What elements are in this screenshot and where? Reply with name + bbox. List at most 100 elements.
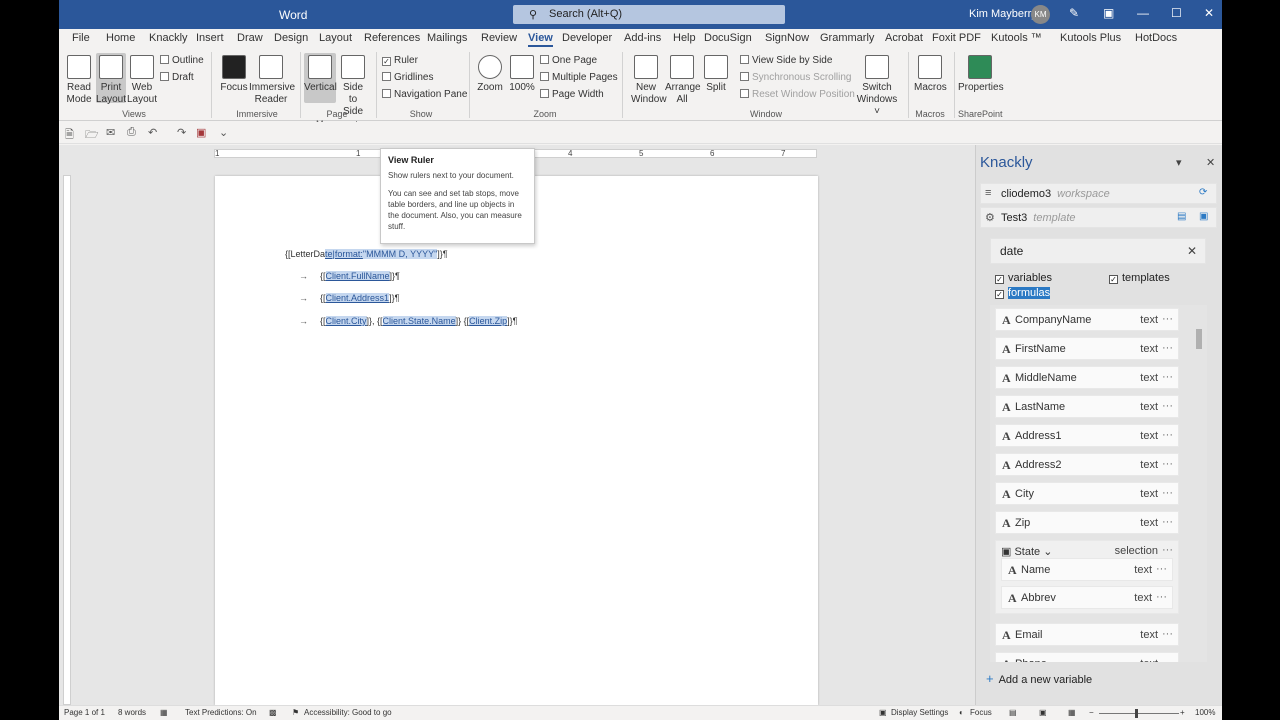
variables-checkbox[interactable]: ✓ variables [995,272,1052,284]
tab-insert[interactable]: Insert [196,32,224,44]
split-button[interactable]: Split [702,55,730,94]
template-save-icon[interactable]: ▣ [1199,211,1208,222]
variable-subitem[interactable]: A Abbrev text ··· [1001,586,1173,609]
tab-add-ins[interactable]: Add-ins [624,32,661,44]
more-icon[interactable]: ··· [1162,628,1173,640]
properties-button[interactable]: Properties [958,55,1004,94]
doc-line-letterdate[interactable]: {[LetterDate|format:"MMMM D, YYYY"]}¶ [285,249,448,259]
scrollbar-thumb[interactable] [1196,329,1202,349]
tab-foxit-pdf[interactable]: Foxit PDF [932,32,981,44]
more-icon[interactable]: ··· [1156,591,1167,603]
focus-button[interactable]: Focus [219,55,249,94]
navigation-pane-checkbox[interactable]: Navigation Pane [382,89,467,100]
tab-developer[interactable]: Developer [562,32,612,44]
tab-signnow[interactable]: SignNow [765,32,809,44]
variable-item[interactable]: A FirstName text ··· [995,337,1179,360]
new-doc-icon[interactable]: 🗎 [65,126,74,145]
variable-item[interactable]: A MiddleName text ··· [995,366,1179,389]
ribbon-display-icon[interactable]: ▣ [1103,6,1114,20]
macro-record-icon[interactable]: ▩ [269,708,277,717]
web-layout-view-icon[interactable]: ▦ [1068,708,1076,717]
zoom-100-button[interactable]: 100% [508,55,536,94]
pen-icon[interactable]: ✎ [1069,6,1079,20]
variable-list[interactable]: A CompanyName text ··· A FirstName text ··· A Mid… [990,305,1207,662]
gridlines-checkbox[interactable]: Gridlines [382,72,433,83]
zoom-slider[interactable] [1099,713,1179,714]
tab-help[interactable]: Help [673,32,696,44]
tab-hotdocs[interactable]: HotDocs [1135,32,1177,44]
variable-item[interactable]: A Phone text ··· [995,652,1179,662]
zoom-button[interactable]: Zoom [476,55,504,94]
undo-icon[interactable]: ↶ [148,126,157,139]
tab-references[interactable]: References [364,32,420,44]
more-icon[interactable]: ··· [1162,657,1173,662]
zoom-out-icon[interactable]: − [1089,708,1094,717]
pane-options-icon[interactable]: ▾ [1176,156,1182,169]
open-icon[interactable]: 🗁 [85,126,99,145]
document-page[interactable]: {[LetterDate|format:"MMMM D, YYYY"]}¶ → … [215,176,818,705]
tab-view[interactable]: View [528,32,553,47]
zoom-level[interactable]: 100% [1195,708,1215,717]
tab-kutools-plus[interactable]: Kutools Plus [1060,32,1121,44]
variable-item[interactable]: A Email text ··· [995,623,1179,646]
search-box[interactable]: ⚲ Search (Alt+Q) [513,5,785,24]
read-mode-button[interactable]: Read Mode [65,55,93,106]
more-icon[interactable]: ··· [1156,563,1167,575]
print-layout-button[interactable]: Print Layout [96,53,126,105]
templates-checkbox[interactable]: ✓ templates [1109,272,1170,284]
new-window-button[interactable]: New Window [631,55,667,106]
print-layout-view-icon[interactable]: ▣ [1039,708,1047,717]
variable-item[interactable]: A LastName text ··· [995,395,1179,418]
tab-acrobat[interactable]: Acrobat [885,32,923,44]
more-icon[interactable]: ··· [1162,371,1173,383]
web-layout-button[interactable]: Web Layout [127,55,157,106]
formulas-checkbox[interactable]: ✓ formulas [995,287,1051,299]
tab-grammarly[interactable]: Grammarly [820,32,874,44]
multiple-pages-button[interactable]: Multiple Pages [540,72,618,83]
document-area[interactable]: 11234567 {[LetterDate|format:"MMMM D, YY… [59,145,975,705]
more-icon[interactable]: ··· [1162,458,1173,470]
print-icon[interactable]: ⎙ [127,126,136,139]
vertical-button[interactable]: Vertical [304,53,337,103]
doc-line-address1[interactable]: {[Client.Address1]}¶ [320,293,399,303]
macros-button[interactable]: Macros [914,55,947,94]
close-icon[interactable]: ✕ [1204,6,1214,20]
variable-item[interactable]: A Address1 text ··· [995,424,1179,447]
more-icon[interactable]: ··· [1162,313,1173,325]
read-mode-view-icon[interactable]: ▤ [1009,708,1017,717]
more-icon[interactable]: ··· [1162,400,1173,412]
tab-review[interactable]: Review [481,32,517,44]
workspace-row[interactable]: ≡ cliodemo3 workspace ⟳ [980,183,1217,204]
avatar[interactable]: KM [1031,5,1050,24]
arrange-all-button[interactable]: Arrange All [665,55,701,106]
more-icon[interactable]: ··· [1162,342,1173,354]
focus-mode[interactable]: Focus [970,708,992,717]
maximize-icon[interactable]: ☐ [1171,6,1182,20]
more-icon[interactable]: ··· [1162,516,1173,528]
pane-close-icon[interactable]: ✕ [1206,156,1215,169]
refresh-icon[interactable]: ⟳ [1199,187,1207,198]
more-icon[interactable]: ··· [1162,544,1173,556]
display-settings[interactable]: Display Settings [891,708,948,717]
one-page-button[interactable]: One Page [540,55,597,66]
page-width-button[interactable]: Page Width [540,89,604,100]
zoom-slider-thumb[interactable] [1135,709,1138,718]
tab-design[interactable]: Design [274,32,308,44]
add-variable-button[interactable]: + Add a new variable [986,671,1092,686]
outline-button[interactable]: Outline [160,55,204,66]
chevron-down-icon[interactable]: ⌄ [1040,546,1052,558]
tab-mailings[interactable]: Mailings [427,32,467,44]
sync-scrolling-button[interactable]: Synchronous Scrolling [740,72,852,83]
variable-item[interactable]: A Zip text ··· [995,511,1179,534]
text-predictions[interactable]: Text Predictions: On [185,708,257,717]
tab-kutools[interactable]: Kutools ™ [991,32,1042,44]
tab-docusign[interactable]: DocuSign [704,32,752,44]
switch-windows-button[interactable]: Switch Windows ˅ [855,55,899,118]
tab-layout[interactable]: Layout [319,32,352,44]
filter-input[interactable]: date ✕ [990,238,1206,264]
email-icon[interactable]: ✉ [106,126,115,139]
customize-qat-icon[interactable]: ⌄ [219,126,228,139]
reset-window-button[interactable]: Reset Window Position [740,89,855,100]
zoom-in-icon[interactable]: + [1180,708,1185,717]
more-icon[interactable]: ··· [1162,487,1173,499]
